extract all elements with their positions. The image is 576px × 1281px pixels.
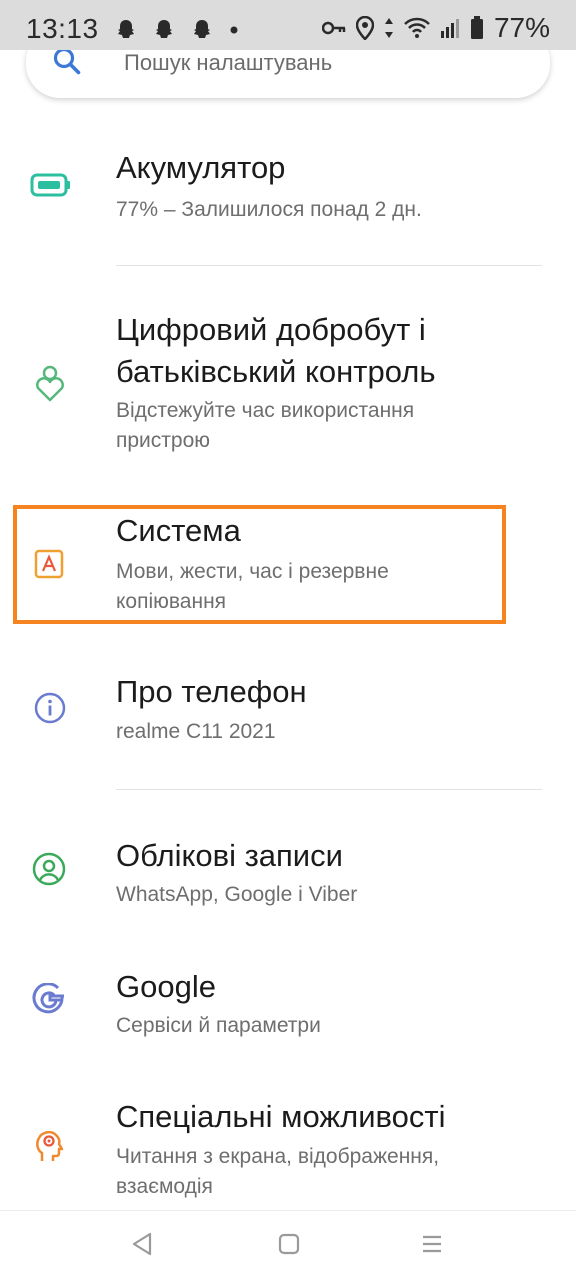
snapchat-icon [194,20,210,38]
settings-item-accessibility[interactable]: Спеціальні можливості Читання з екрана, … [0,1085,576,1210]
settings-item-digital-wellbeing[interactable]: Цифровий добробут і батьківський контрол… [0,296,576,466]
search-placeholder: Пошук налаштувань [124,50,333,75]
navigation-bar [0,1210,576,1281]
settings-item-about-phone[interactable]: Про телефон realme C11 2021 [0,660,576,780]
settings-item-title: батьківський контроль [116,354,436,389]
snapchat-icon [156,20,172,38]
snapchat-icon [118,20,134,38]
status-right: 77% [321,12,550,44]
settings-item-battery[interactable]: Акумулятор 77% – Залишилося понад 2 дн. [0,130,576,260]
accessibility-icon [34,1127,66,1168]
settings-item-subtitle: взаємодія [116,1175,213,1198]
settings-item-accounts[interactable]: Облікові записи WhatsApp, Google і Viber [0,822,576,942]
highlight-frame [13,505,506,624]
settings-item-subtitle: WhatsApp, Google і Viber [116,883,358,906]
search-icon [52,46,82,81]
settings-item-title: Облікові записи [116,838,343,873]
settings-item-subtitle: Читання з екрана, відображення, [116,1145,440,1168]
settings-item-subtitle: пристрою [116,429,211,452]
divider [116,265,542,266]
settings-item-title: Про телефон [116,674,307,709]
google-icon [32,982,66,1022]
more-notifications-dot-icon [230,26,238,34]
settings-item-subtitle: realme C11 2021 [116,720,276,743]
battery-icon [30,172,72,203]
settings-item-title: Цифровий добробут і [116,312,426,347]
wifi-icon [404,17,430,38]
home-icon[interactable] [277,1231,301,1262]
settings-item-subtitle: 77% – Залишилося понад 2 дн. [116,198,422,221]
settings-item-subtitle: Відстежуйте час використання [116,399,415,422]
battery-status-icon [470,16,483,39]
settings-item-google[interactable]: Google Сервіси й параметри [0,955,576,1075]
status-bar: 13:13 77% [0,0,576,50]
recents-menu-icon[interactable] [420,1231,444,1262]
divider [116,789,542,790]
battery-percent: 77% [493,12,550,43]
location-icon [355,16,374,40]
back-icon[interactable] [130,1231,154,1262]
settings-item-title: Google [116,969,216,1004]
status-time: 13:13 [26,13,99,44]
accounts-icon [32,852,66,891]
notification-icons [114,18,240,42]
vpn-key-icon [321,21,346,35]
data-arrows-icon [384,18,393,38]
settings-item-title: Спеціальні можливості [116,1099,446,1134]
info-icon [34,692,66,729]
signal-icon [440,19,459,38]
settings-item-title: Акумулятор [116,150,286,185]
settings-item-subtitle: Сервіси й параметри [116,1014,321,1037]
wellbeing-icon [34,364,66,409]
